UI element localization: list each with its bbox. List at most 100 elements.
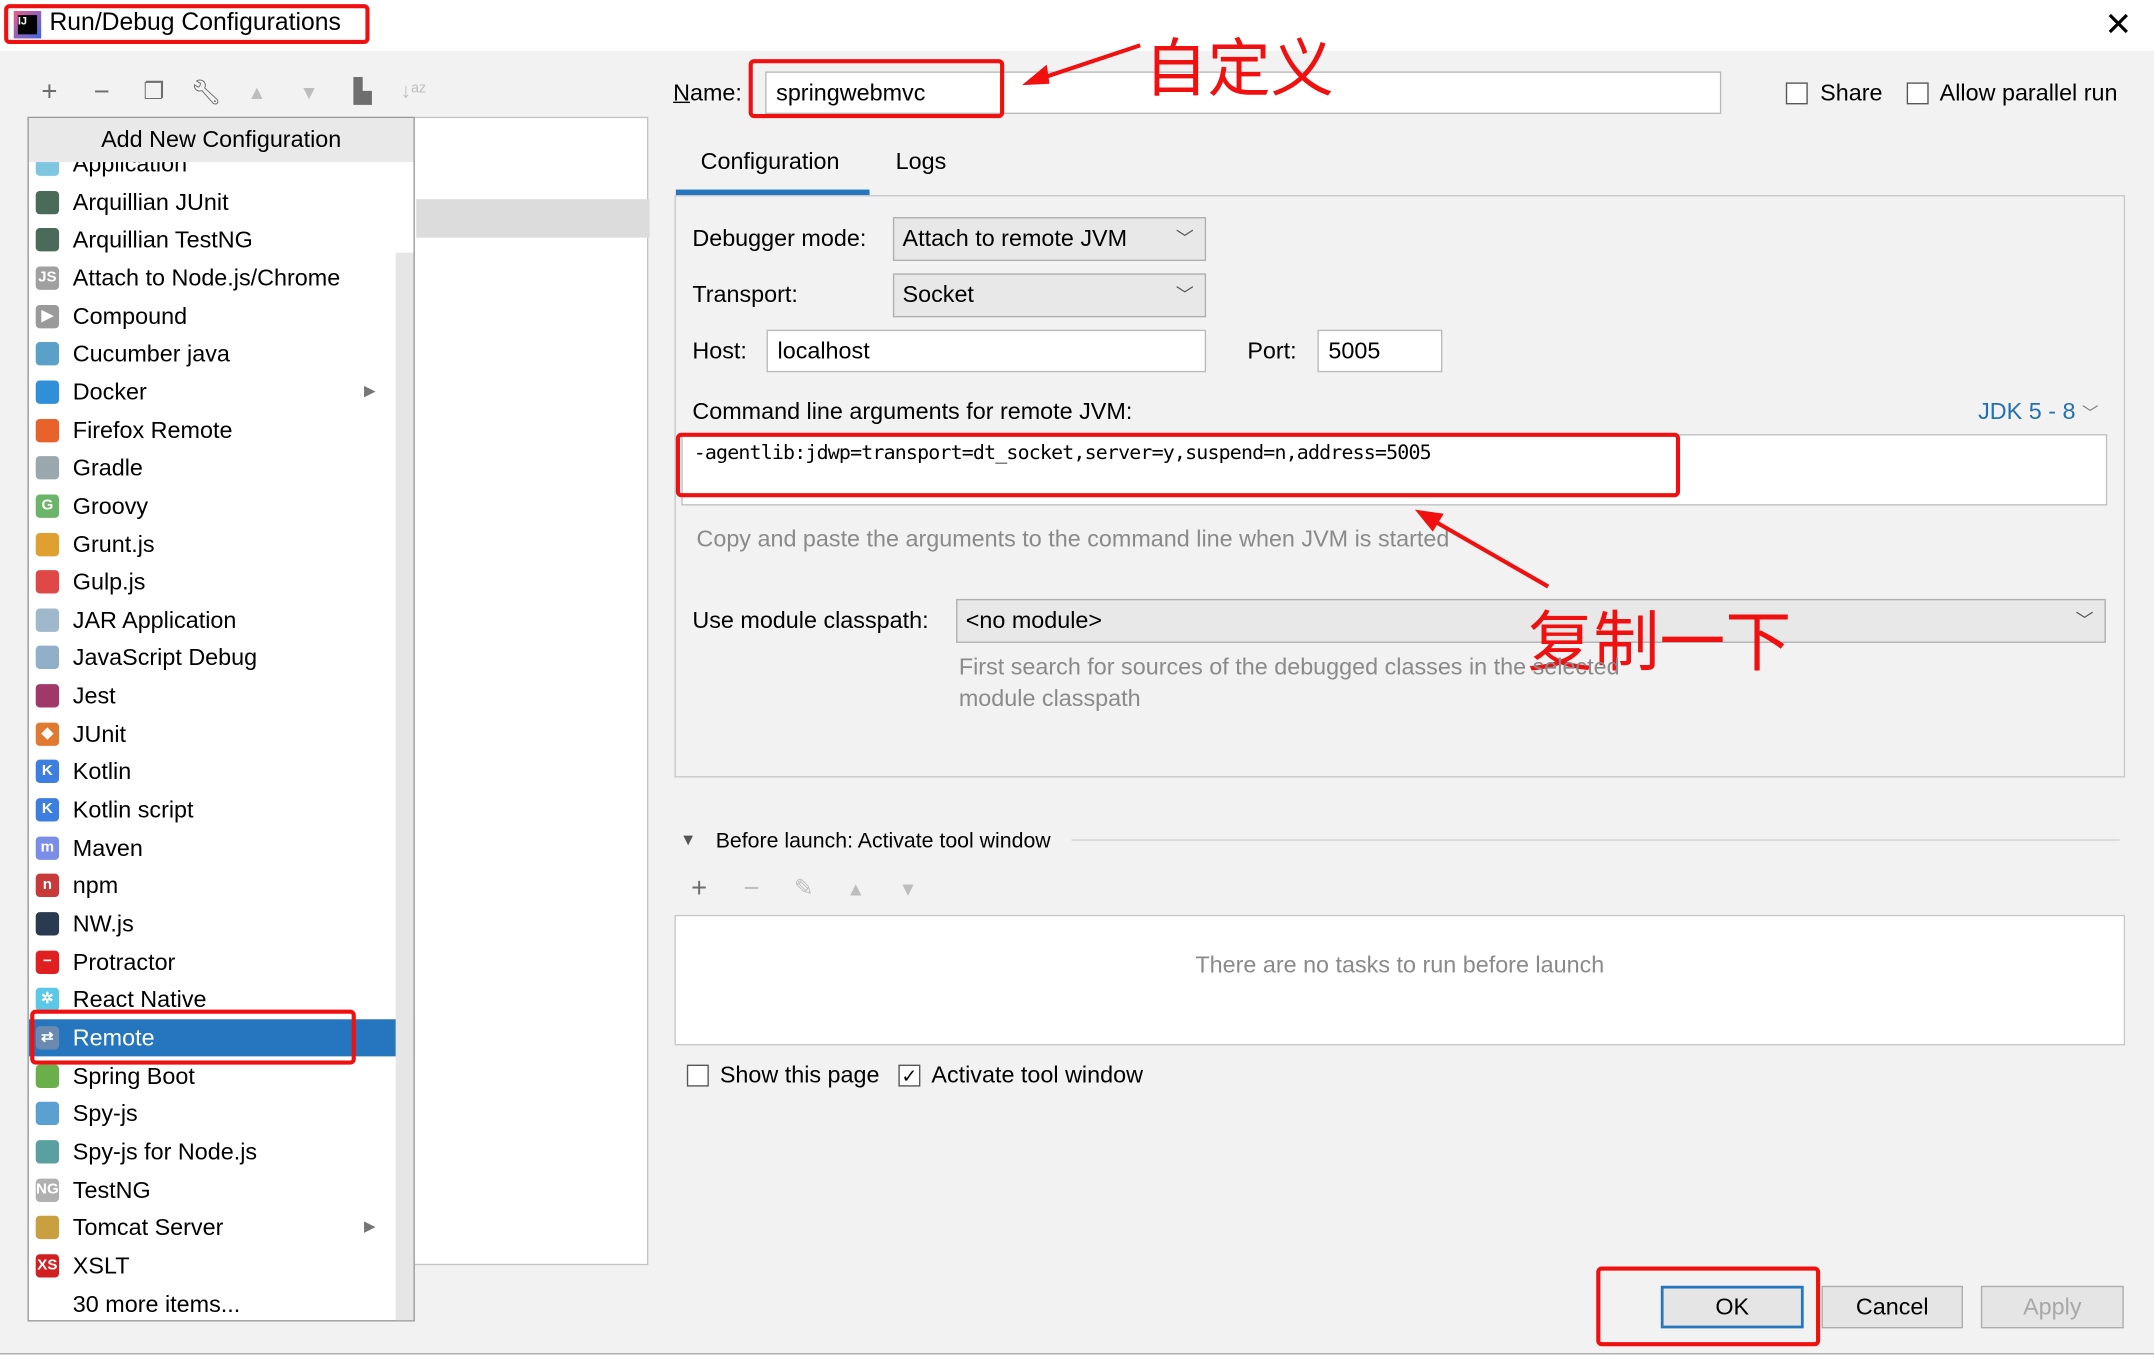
host-label: Host: <box>692 337 747 365</box>
add-task-icon[interactable]: + <box>683 872 716 905</box>
transport-select[interactable]: Socket ﹀ <box>892 273 1207 318</box>
arquillian-icon <box>35 228 60 252</box>
config-type-testng[interactable]: NG TestNG <box>29 1171 394 1208</box>
collapse-triangle-icon[interactable]: ▼ <box>680 830 696 849</box>
tree-selected-row[interactable] <box>416 199 650 238</box>
testng-icon: NG <box>35 1178 60 1202</box>
config-type-label: Kotlin script <box>72 796 194 823</box>
run-debug-dialog: IJ Run/Debug Configurations ✕ + − ❐ 🔧︎ ▲… <box>0 0 2154 1355</box>
apply-button[interactable]: Apply <box>1980 1285 2124 1329</box>
config-type-arquillian-testng[interactable]: Arquillian TestNG <box>29 222 394 259</box>
config-type-xslt[interactable]: XS XSLT <box>29 1247 394 1284</box>
submenu-arrow-icon: ▶ <box>364 383 376 400</box>
config-type-30-more-items[interactable]: 30 more items... <box>29 1285 394 1320</box>
config-type-spy-js[interactable]: Spy-js <box>29 1095 394 1132</box>
config-type-tomcat-server[interactable]: Tomcat Server ▶ <box>29 1209 394 1246</box>
debugger-mode-value: Attach to remote JVM <box>902 225 1128 252</box>
react-icon: ✲ <box>35 988 60 1012</box>
port-label: Port: <box>1247 337 1297 365</box>
config-type-spy-js-for-node-js[interactable]: Spy-js for Node.js <box>29 1133 394 1170</box>
config-type-arquillian-junit[interactable]: Arquillian JUnit <box>29 184 394 221</box>
share-checkbox[interactable] <box>1785 82 1808 105</box>
cancel-button[interactable]: Cancel <box>1821 1285 1964 1329</box>
config-type-kotlin-script[interactable]: K Kotlin script <box>29 791 394 828</box>
chevron-down-icon: ﹀ <box>2075 609 2094 631</box>
edit-task-icon[interactable]: ✎ <box>787 872 820 905</box>
annotation-arrow-copy <box>1414 509 1550 589</box>
config-type-cucumber-java[interactable]: Cucumber java <box>29 336 394 373</box>
config-type-protractor[interactable]: − Protractor <box>29 943 394 980</box>
config-type-firefox-remote[interactable]: Firefox Remote <box>29 411 394 448</box>
config-type-gulp-js[interactable]: Gulp.js <box>29 563 394 600</box>
config-type-label: Attach to Node.js/Chrome <box>72 265 341 292</box>
groovy-icon: G <box>35 494 60 518</box>
plus-icon[interactable]: + <box>33 76 66 109</box>
show-this-page-checkbox[interactable] <box>686 1064 709 1087</box>
before-launch-title: Before launch: Activate tool window <box>715 829 1051 854</box>
config-type-label: JavaScript Debug <box>72 644 258 671</box>
remove-task-icon[interactable]: − <box>735 872 768 905</box>
config-type-label: 30 more items... <box>72 1290 241 1317</box>
debugger-mode-select[interactable]: Attach to remote JVM ﹀ <box>892 217 1207 262</box>
config-type-maven[interactable]: m Maven <box>29 829 394 866</box>
config-type-label: Jest <box>72 682 116 709</box>
sort-alpha-icon[interactable]: ↓ᵃᶻ <box>397 76 430 109</box>
no-tasks-text: There are no tasks to run before launch <box>1195 951 1605 979</box>
chevron-down-icon: ﹀ <box>1175 284 1194 305</box>
firefox-icon <box>35 418 60 442</box>
spring-boot-icon <box>35 1064 60 1088</box>
config-type-npm[interactable]: n npm <box>29 867 394 904</box>
annotation-name-note: 自定义 <box>1144 31 1334 106</box>
tab-logs[interactable]: Logs <box>896 148 947 175</box>
config-type-compound[interactable]: ▶ Compound <box>29 298 394 335</box>
arrow-up-icon[interactable]: ▲ <box>839 872 872 905</box>
annotation-box-name <box>748 59 1005 119</box>
gulp-icon <box>35 570 60 594</box>
config-type-groovy[interactable]: G Groovy <box>29 487 394 524</box>
close-icon[interactable]: ✕ <box>2105 5 2133 45</box>
name-label: Name: <box>673 79 742 106</box>
module-classpath-label: Use module classpath: <box>692 607 929 634</box>
config-type-label: Arquillian TestNG <box>72 227 253 254</box>
module-hint-line2: module classpath <box>958 685 1141 712</box>
minus-icon[interactable]: − <box>85 76 118 109</box>
popup-scrollbar[interactable] <box>395 252 414 1321</box>
config-type-kotlin[interactable]: K Kotlin <box>29 753 394 790</box>
command-line-label: Command line arguments for remote JVM: <box>692 398 1133 425</box>
config-type-jest[interactable]: Jest <box>29 677 394 714</box>
config-type-nw-js[interactable]: NW.js <box>29 905 394 942</box>
allow-parallel-run-checkbox[interactable] <box>1906 82 1929 105</box>
arrow-up-icon[interactable]: ▲ <box>240 76 273 109</box>
config-type-label: Firefox Remote <box>72 416 233 444</box>
arquillian-icon <box>35 190 60 214</box>
before-launch-task-list[interactable]: There are no tasks to run before launch <box>674 914 2126 1046</box>
activate-tool-window-checkbox[interactable]: ✓ <box>898 1064 921 1087</box>
arrow-down-icon[interactable]: ▼ <box>892 872 925 905</box>
config-type-gradle[interactable]: Gradle <box>29 449 394 486</box>
config-type-label: XSLT <box>72 1252 130 1279</box>
arrow-down-icon[interactable]: ▼ <box>293 76 326 109</box>
config-type-label: Docker <box>72 378 147 406</box>
tab-configuration[interactable]: Configuration <box>701 148 840 175</box>
config-type-grunt-js[interactable]: Grunt.js <box>29 525 394 562</box>
copy-icon[interactable]: ❐ <box>137 76 170 109</box>
config-type-attach-to-node-js-chrome[interactable]: JS Attach to Node.js/Chrome <box>29 260 394 297</box>
folder-add-icon[interactable]: ▙ <box>346 76 379 109</box>
module-classpath-value: <no module> <box>965 607 1103 634</box>
annotation-box-remote <box>30 1009 356 1065</box>
host-input[interactable] <box>766 329 1207 373</box>
config-type-label: Grunt.js <box>72 530 155 558</box>
config-type-docker[interactable]: Docker ▶ <box>29 373 394 410</box>
activate-tool-window-label: Activate tool window <box>931 1061 1143 1088</box>
config-type-junit[interactable]: ◆ JUnit <box>29 715 394 752</box>
wrench-icon[interactable]: 🔧︎ <box>190 76 223 109</box>
junit-icon: ◆ <box>35 722 60 746</box>
jdk-version-value: JDK 5 - 8 <box>1978 398 2076 425</box>
config-type-jar-application[interactable]: JAR Application <box>29 601 394 638</box>
port-input[interactable] <box>1317 329 1443 373</box>
config-type-javascript-debug[interactable]: JavaScript Debug <box>29 639 394 676</box>
module-hint-line1: First search for sources of the debugged… <box>958 653 1620 680</box>
spyjs-icon <box>35 1102 60 1126</box>
jdk-version-select[interactable]: JDK 5 - 8 ﹀ <box>1978 398 2098 425</box>
submenu-arrow-icon: ▶ <box>364 1218 376 1236</box>
